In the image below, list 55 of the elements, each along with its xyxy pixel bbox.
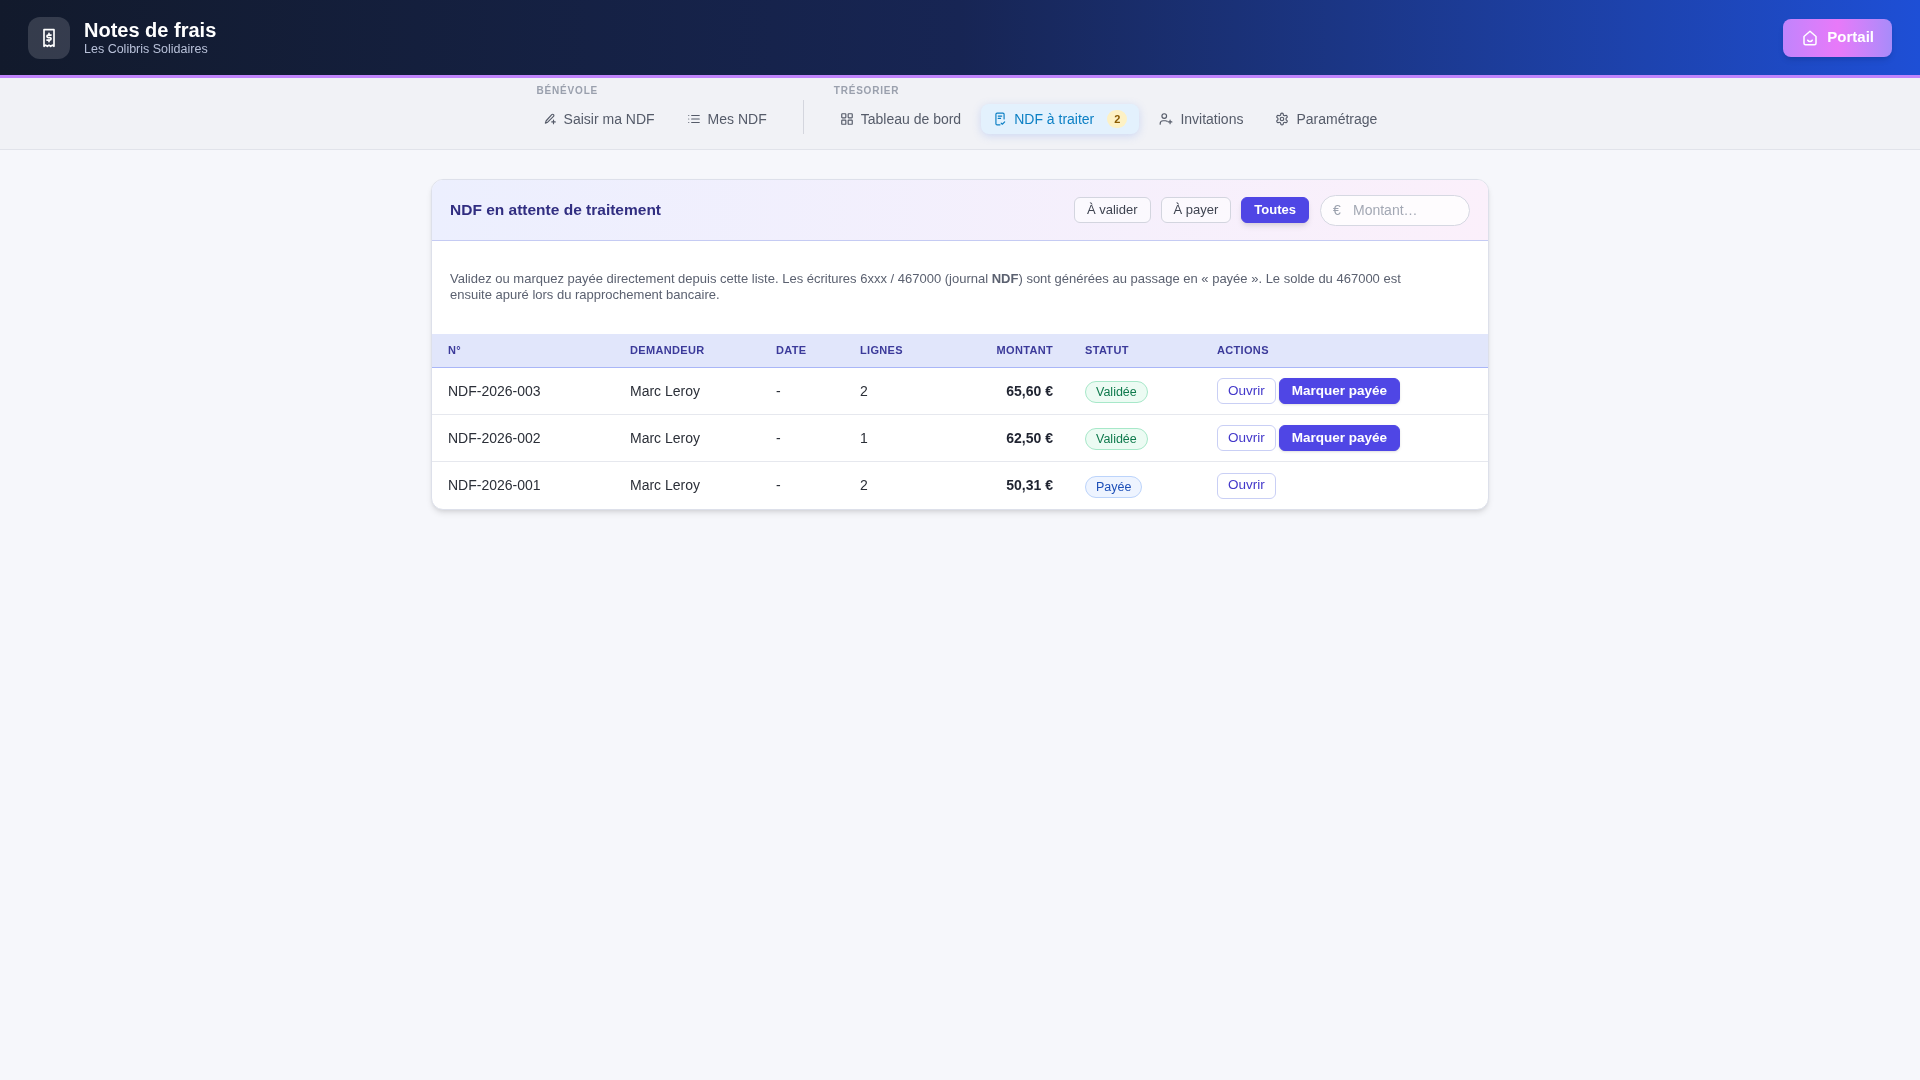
mark-paid-button[interactable]: Marquer payée (1278, 378, 1401, 404)
column-header: STATUT (1084, 343, 1130, 359)
status-badge: Validée (1085, 381, 1148, 403)
receipt-check-icon (993, 112, 1008, 126)
table-cell-text: - (775, 428, 782, 448)
table-cell-text: Marc Leroy (629, 476, 702, 495)
app-title: Notes de frais (84, 18, 217, 42)
currency-symbol: € (1333, 201, 1341, 219)
organization-name: Les Colibris Solidaires (84, 42, 209, 57)
filter-button[interactable]: Toutes (1241, 197, 1309, 223)
table-cell-text: 65,60 € (1005, 381, 1054, 401)
receipt-icon (28, 16, 70, 59)
table-cell-text: 1 (859, 428, 869, 448)
column-header: ACTIONS (1216, 343, 1270, 359)
list-icon (686, 112, 701, 126)
nav-group-label: TRÉSORIER (832, 85, 901, 97)
open-button[interactable]: Ouvrir (1217, 425, 1276, 451)
description-text: Validez ou marquez payée directement depuis cette liste. Les écritures 6xxx / 467000 (journal NDF) sont générées au passage en « payée ». Le solde du 467000 est ensuite apuré lors du rapprochement bancaire. (449, 270, 1402, 304)
column-header: LIGNES (859, 343, 904, 359)
column-header: DATE (775, 343, 808, 359)
table-cell-text: - (775, 476, 782, 495)
column-header: N° (447, 343, 462, 359)
gear-icon (1275, 112, 1290, 126)
grid-icon (839, 112, 854, 126)
table-cell-text: NDF-2026-002 (447, 428, 542, 448)
status-badge: Validée (1085, 428, 1148, 450)
open-button[interactable]: Ouvrir (1217, 378, 1276, 404)
nav-group-label: BÉNÉVOLE (535, 85, 599, 97)
table-cell-text: 62,50 € (1005, 428, 1054, 448)
table-cell-text: Marc Leroy (629, 428, 702, 448)
nav-item[interactable]: Tableau de bord (827, 104, 974, 134)
column-header: DEMANDEUR (629, 343, 706, 359)
nav-item[interactable]: Invitations (1147, 104, 1256, 134)
table-cell-text: Marc Leroy (629, 381, 702, 401)
table-cell-text: 2 (859, 476, 869, 495)
house-icon (1801, 28, 1820, 47)
mark-paid-button[interactable]: Marquer payée (1278, 425, 1401, 451)
open-button[interactable]: Ouvrir (1217, 472, 1276, 499)
table-cell-text: 2 (859, 381, 869, 401)
table-cell-text: 50,31 € (1005, 476, 1054, 495)
pencil-plus-icon (542, 112, 557, 126)
table-cell-text: NDF-2026-003 (447, 381, 542, 401)
user-plus-icon (1159, 112, 1174, 126)
table-cell-text: - (775, 381, 782, 401)
table-cell-text: NDF-2026-001 (447, 476, 542, 495)
nav-item[interactable]: NDF à traiter 2 (981, 104, 1140, 134)
filter-button[interactable]: À payer (1160, 197, 1232, 223)
status-badge: Payée (1085, 475, 1143, 498)
nav-item[interactable]: Mes NDF (674, 104, 779, 134)
column-header: MONTANT (995, 343, 1054, 359)
panel-title: NDF en attente de traitement (450, 200, 661, 221)
count-badge: 2 (1107, 110, 1128, 128)
nav-item[interactable]: Saisir ma NDF (530, 104, 667, 134)
nav-item[interactable]: Paramétrage (1263, 104, 1390, 134)
filter-button[interactable]: À valider (1073, 197, 1151, 223)
